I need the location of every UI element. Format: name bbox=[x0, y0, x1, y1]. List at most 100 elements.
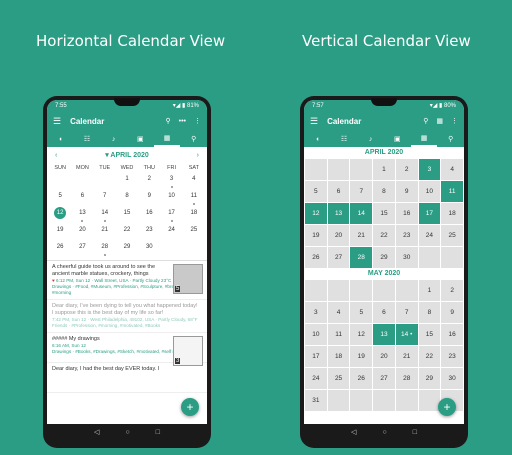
day-cell[interactable]: 4 bbox=[441, 159, 463, 180]
day-cell[interactable]: 10 bbox=[305, 324, 327, 345]
day-cell[interactable]: 14 bbox=[350, 203, 373, 224]
day-cell[interactable]: 25 bbox=[327, 368, 350, 389]
search-icon[interactable]: ⚲ bbox=[423, 117, 428, 125]
tab-location[interactable]: ⚲ bbox=[437, 131, 464, 147]
day-cell[interactable]: 7 bbox=[395, 302, 418, 323]
day-cell[interactable]: 14 • bbox=[395, 324, 418, 345]
day-cell[interactable]: 27 bbox=[373, 368, 395, 389]
day-cell[interactable]: 12 bbox=[305, 203, 327, 224]
day-cell[interactable]: 14 bbox=[94, 207, 116, 224]
day-cell[interactable]: 21 bbox=[94, 224, 116, 241]
day-cell[interactable]: 8 bbox=[116, 190, 138, 207]
day-cell[interactable]: 16 bbox=[138, 207, 160, 224]
day-cell[interactable]: 7 bbox=[94, 190, 116, 207]
day-cell[interactable]: 6 bbox=[373, 302, 395, 323]
day-cell[interactable]: 13 bbox=[71, 207, 93, 224]
day-cell[interactable]: 17 bbox=[160, 207, 182, 224]
day-cell[interactable]: 16 bbox=[395, 203, 418, 224]
day-cell[interactable]: 28 bbox=[395, 368, 418, 389]
day-cell[interactable]: 11 bbox=[327, 324, 350, 345]
list-item[interactable]: ##### My drawings 6:16 AM, Sun 12 Drawin… bbox=[47, 333, 207, 366]
day-cell[interactable]: 13 bbox=[327, 203, 350, 224]
day-cell[interactable]: 23 bbox=[441, 346, 463, 367]
day-cell[interactable]: 11 bbox=[183, 190, 205, 207]
day-cell[interactable]: 11 bbox=[441, 181, 463, 202]
day-cell[interactable]: 25 bbox=[441, 225, 463, 246]
day-cell[interactable]: 1 bbox=[373, 159, 395, 180]
day-cell[interactable]: 17 bbox=[418, 203, 441, 224]
day-cell[interactable]: 7 bbox=[350, 181, 373, 202]
day-cell[interactable]: 21 bbox=[395, 346, 418, 367]
tab-calendar[interactable]: ▦ bbox=[153, 131, 181, 147]
day-cell[interactable]: 12 bbox=[49, 207, 71, 224]
day-cell[interactable]: 9 bbox=[138, 190, 160, 207]
day-cell[interactable]: 12 bbox=[350, 324, 373, 345]
calendar-icon[interactable]: ▦ bbox=[436, 117, 443, 125]
day-cell[interactable]: 21 bbox=[350, 225, 373, 246]
day-cell[interactable]: 18 bbox=[183, 207, 205, 224]
day-cell[interactable]: 10 bbox=[160, 190, 182, 207]
add-entry-button[interactable]: + bbox=[181, 398, 199, 416]
tab-music[interactable]: ♪ bbox=[357, 131, 384, 147]
recents-button[interactable]: □ bbox=[156, 429, 160, 436]
menu-icon[interactable]: ☰ bbox=[53, 116, 61, 127]
day-cell[interactable]: 22 bbox=[373, 225, 395, 246]
tab-tags[interactable]: ◖ bbox=[304, 131, 331, 147]
day-cell[interactable]: 25 bbox=[183, 224, 205, 241]
day-cell[interactable]: 8 bbox=[373, 181, 395, 202]
day-cell[interactable]: 27 bbox=[327, 247, 350, 268]
day-cell[interactable]: 26 bbox=[49, 241, 71, 258]
day-cell[interactable]: 4 bbox=[183, 173, 205, 190]
day-cell[interactable]: 3 bbox=[305, 302, 327, 323]
tab-images[interactable]: ▣ bbox=[384, 131, 411, 147]
day-cell[interactable]: 23 bbox=[138, 224, 160, 241]
tab-tags[interactable]: ◖ bbox=[47, 131, 74, 147]
more-vertical-icon[interactable]: ⋮ bbox=[194, 117, 201, 125]
day-cell[interactable]: 9 bbox=[395, 181, 418, 202]
day-cell[interactable]: 2 bbox=[395, 159, 418, 180]
tab-images[interactable]: ▣ bbox=[127, 131, 154, 147]
day-cell[interactable]: 3 bbox=[160, 173, 182, 190]
day-cell[interactable]: 20 bbox=[373, 346, 395, 367]
day-cell[interactable]: 17 bbox=[305, 346, 327, 367]
entry-thumbnail[interactable]: 5 bbox=[173, 264, 203, 294]
day-cell[interactable]: 15 bbox=[373, 203, 395, 224]
list-item[interactable]: Dear diary, I had the best day EVER toda… bbox=[47, 363, 207, 393]
day-cell[interactable]: 1 bbox=[418, 280, 441, 301]
day-cell[interactable]: 19 bbox=[305, 225, 327, 246]
day-cell[interactable]: 1 bbox=[116, 173, 138, 190]
day-cell[interactable]: 30 bbox=[441, 368, 463, 389]
menu-icon[interactable]: ☰ bbox=[310, 116, 318, 127]
home-button[interactable]: ○ bbox=[125, 429, 129, 436]
day-cell[interactable]: 5 bbox=[350, 302, 373, 323]
day-cell[interactable]: 5 bbox=[305, 181, 327, 202]
search-icon[interactable]: ⚲ bbox=[166, 117, 171, 125]
next-month-button[interactable]: › bbox=[197, 152, 199, 159]
day-cell[interactable]: 30 bbox=[138, 241, 160, 258]
day-cell[interactable]: 15 bbox=[116, 207, 138, 224]
entry-thumbnail[interactable]: 3 bbox=[173, 336, 203, 366]
day-cell[interactable]: 24 bbox=[160, 224, 182, 241]
day-cell[interactable]: 8 bbox=[418, 302, 441, 323]
day-cell[interactable]: 9 bbox=[441, 302, 463, 323]
more-vertical-icon[interactable]: ⋮ bbox=[451, 117, 458, 125]
day-cell[interactable]: 20 bbox=[327, 225, 350, 246]
day-cell[interactable]: 15 bbox=[418, 324, 441, 345]
day-cell[interactable]: 19 bbox=[350, 346, 373, 367]
day-cell[interactable]: 2 bbox=[441, 280, 463, 301]
month-title[interactable]: ▾ APRIL 2020 bbox=[105, 151, 149, 159]
back-button[interactable]: ◁ bbox=[351, 428, 356, 436]
day-cell[interactable]: 19 bbox=[49, 224, 71, 241]
prev-month-button[interactable]: ‹ bbox=[55, 152, 57, 159]
day-cell[interactable]: 29 bbox=[373, 247, 395, 268]
day-cell[interactable]: 5 bbox=[49, 190, 71, 207]
day-cell[interactable]: 28 bbox=[350, 247, 373, 268]
day-cell[interactable]: 22 bbox=[116, 224, 138, 241]
day-cell[interactable]: 31 bbox=[305, 390, 327, 411]
day-cell[interactable]: 23 bbox=[395, 225, 418, 246]
day-cell[interactable]: 27 bbox=[71, 241, 93, 258]
day-cell[interactable]: 24 bbox=[305, 368, 327, 389]
day-cell[interactable]: 26 bbox=[305, 247, 327, 268]
day-cell[interactable]: 18 bbox=[327, 346, 350, 367]
day-cell[interactable]: 28 bbox=[94, 241, 116, 258]
